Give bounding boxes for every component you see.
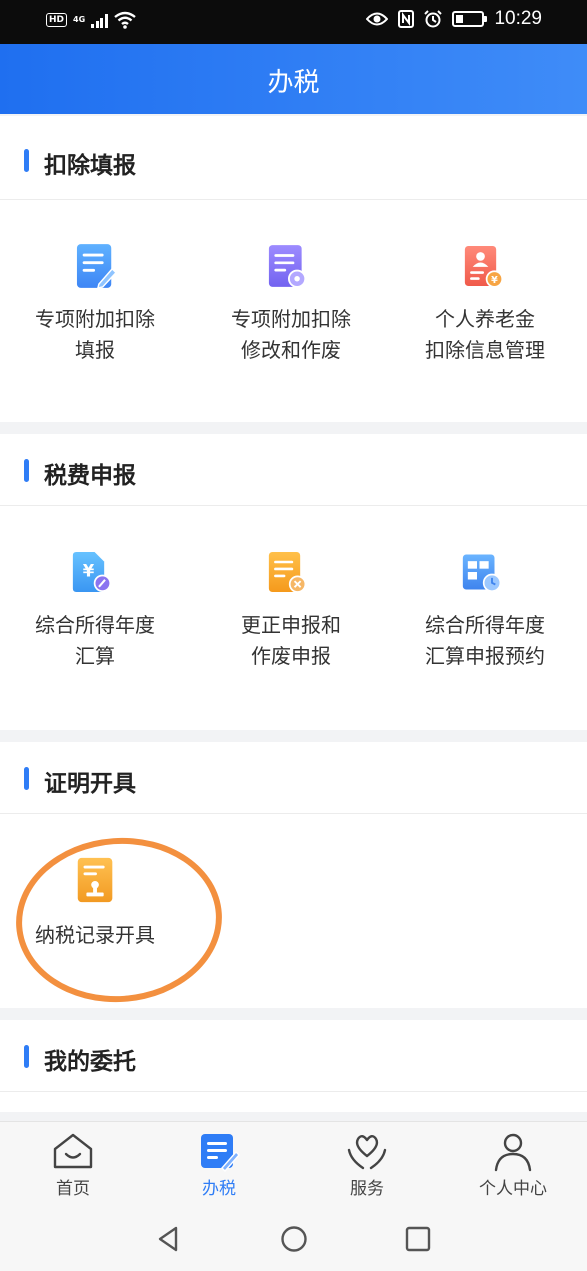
section-tax-filing: 税费申报 ¥ 综合所得年度 汇算 更正申报和 作废申报 综合所得年度 汇算申报预…: [0, 434, 587, 730]
menu-item-label: 专项附加扣除: [231, 307, 351, 331]
menu-item-label: 修改和作废: [241, 338, 341, 362]
section-accent-bar: [24, 149, 29, 172]
status-left: HD 4G: [46, 11, 136, 29]
app-header: 办税: [0, 44, 587, 114]
tab-label: 服务: [350, 1179, 384, 1199]
calendar-clock-icon: [462, 554, 502, 592]
menu-item-pension-deduction[interactable]: ¥ 个人养老金 扣除信息管理: [390, 242, 580, 372]
section-deduction: 扣除填报 专项附加扣除 填报 专项附加扣除 修改和作废 ¥ 个人养老金 扣除信息…: [0, 116, 587, 422]
menu-item-label: 汇算申报预约: [425, 644, 545, 668]
back-icon[interactable]: [156, 1225, 180, 1253]
svg-text:¥: ¥: [83, 561, 95, 580]
menu-item-special-deduction-modify[interactable]: 专项附加扣除 修改和作废: [196, 242, 386, 372]
menu-item-label: 作废申报: [251, 644, 331, 668]
section-header: 扣除填报: [0, 116, 587, 200]
menu-item-label: 填报: [75, 338, 115, 362]
tab-label: 首页: [56, 1179, 90, 1199]
yuan-document-icon: ¥: [72, 552, 112, 592]
nfc-icon: [398, 10, 415, 28]
page-title: 办税: [267, 68, 320, 98]
home-circle-icon[interactable]: [280, 1225, 308, 1253]
section-accent-bar: [24, 459, 29, 482]
eye-icon: [366, 12, 389, 26]
menu-item-label: 汇算: [75, 644, 115, 668]
heart-hands-icon: [347, 1135, 387, 1170]
person-icon: [494, 1133, 532, 1172]
section-title: 我的委托: [44, 1049, 136, 1075]
clock: 10:29: [494, 8, 542, 29]
menu-item-annual-settlement[interactable]: ¥ 综合所得年度 汇算: [0, 548, 190, 678]
status-right: 10:29: [366, 8, 542, 30]
document-edit-icon: [76, 244, 116, 289]
tab-service[interactable]: 服务: [294, 1122, 440, 1202]
menu-item-label: 个人养老金: [435, 307, 535, 331]
tab-home[interactable]: 首页: [0, 1122, 146, 1202]
document-cancel-icon: [268, 552, 307, 593]
battery-icon: [452, 11, 488, 27]
tab-tax[interactable]: 办税: [146, 1122, 292, 1202]
section-my-delegation: 我的委托: [0, 1020, 587, 1112]
recents-square-icon[interactable]: [405, 1226, 431, 1252]
tab-label: 个人中心: [479, 1179, 547, 1199]
tax-document-icon: [201, 1134, 240, 1172]
section-accent-bar: [24, 1045, 29, 1068]
status-bar: HD 4G 10:29: [0, 0, 587, 44]
menu-item-label: 扣除信息管理: [425, 338, 545, 362]
home-icon: [53, 1133, 93, 1169]
section-title: 扣除填报: [44, 153, 136, 179]
tab-label: 办税: [202, 1179, 236, 1199]
network-type: 4G: [73, 15, 86, 24]
signal-icon: [91, 13, 108, 28]
tab-personal-center[interactable]: 个人中心: [440, 1122, 586, 1202]
pension-id-card-icon: ¥: [464, 246, 504, 288]
menu-item-special-deduction-fill[interactable]: 专项附加扣除 填报: [0, 242, 190, 372]
section-header: 证明开具: [0, 742, 587, 814]
section-header: 税费申报: [0, 434, 587, 506]
alarm-icon: [424, 10, 443, 28]
wifi-icon: [113, 11, 136, 29]
section-header: 我的委托: [0, 1020, 587, 1092]
section-title: 证明开具: [44, 771, 136, 797]
menu-item-correction-filing[interactable]: 更正申报和 作废申报: [196, 548, 386, 678]
menu-item-label: 综合所得年度: [425, 613, 545, 637]
system-navigation-bar: [0, 1201, 587, 1271]
section-accent-bar: [24, 767, 29, 790]
menu-item-label: 更正申报和: [241, 613, 341, 637]
document-settings-icon: [268, 245, 307, 288]
section-title: 税费申报: [44, 463, 136, 489]
bottom-tab-bar: 首页 办税 服务 个人中心: [0, 1121, 587, 1201]
menu-item-label: 专项附加扣除: [35, 307, 155, 331]
menu-item-label: 综合所得年度: [35, 613, 155, 637]
hd-badge: HD: [46, 13, 68, 27]
menu-item-settlement-appointment[interactable]: 综合所得年度 汇算申报预约: [390, 548, 580, 678]
svg-text:¥: ¥: [491, 275, 498, 286]
